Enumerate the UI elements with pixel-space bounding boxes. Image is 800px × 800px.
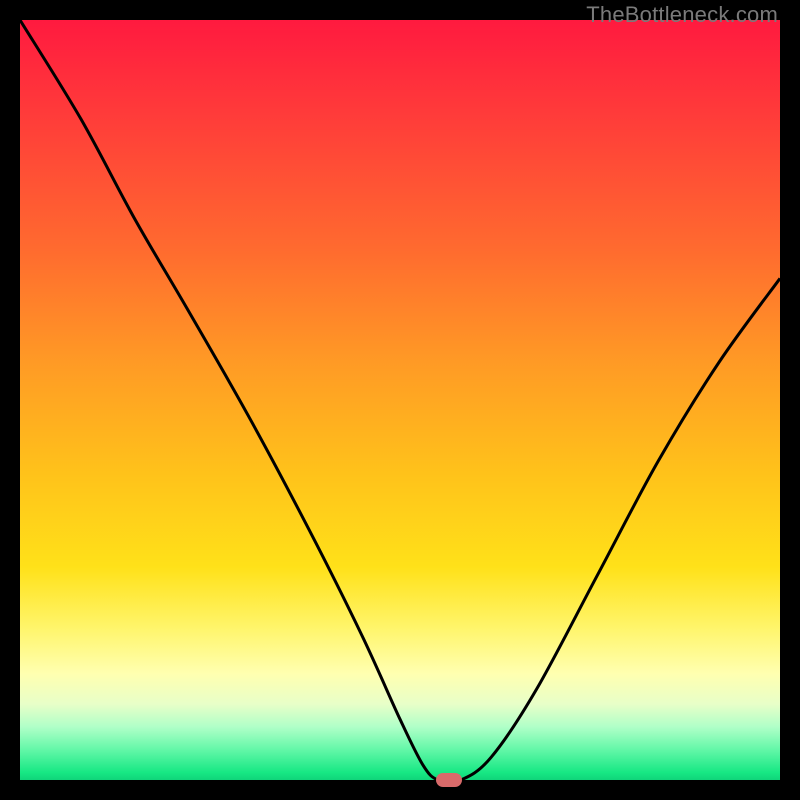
plot-area — [20, 20, 780, 780]
curve-path — [20, 20, 780, 780]
chart-frame: TheBottleneck.com — [0, 0, 800, 800]
bottleneck-curve — [20, 20, 780, 780]
min-marker — [436, 773, 462, 787]
watermark-text: TheBottleneck.com — [586, 2, 778, 28]
